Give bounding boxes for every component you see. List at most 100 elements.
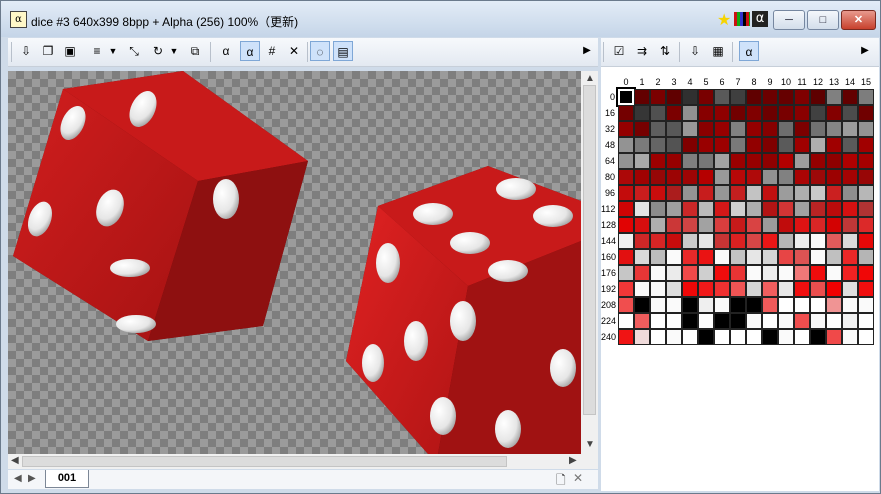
palette-swatch[interactable] bbox=[618, 329, 634, 345]
palette-swatch[interactable] bbox=[714, 153, 730, 169]
scroll-left-icon[interactable]: ◀ bbox=[11, 455, 19, 466]
palette-swatch[interactable] bbox=[666, 313, 682, 329]
palette-swatch[interactable] bbox=[618, 153, 634, 169]
palette-swatch[interactable] bbox=[634, 313, 650, 329]
palette-swatch[interactable] bbox=[826, 185, 842, 201]
palette-swatch[interactable] bbox=[762, 185, 778, 201]
palette-swatch[interactable] bbox=[826, 105, 842, 121]
palette-swatch[interactable] bbox=[794, 185, 810, 201]
palette-swatch[interactable] bbox=[826, 249, 842, 265]
palette-swatch[interactable] bbox=[634, 169, 650, 185]
palette-swatch[interactable] bbox=[826, 169, 842, 185]
palette-swatch[interactable] bbox=[730, 137, 746, 153]
palette-swatch[interactable] bbox=[730, 185, 746, 201]
palette-swatch[interactable] bbox=[826, 153, 842, 169]
palette-swatch[interactable] bbox=[842, 297, 858, 313]
palette-swatch[interactable] bbox=[730, 105, 746, 121]
palette-swatch[interactable] bbox=[746, 89, 762, 105]
palette-swatch[interactable] bbox=[682, 217, 698, 233]
palette-swatch[interactable] bbox=[682, 153, 698, 169]
palette-load-icon[interactable]: ⇩ bbox=[685, 41, 705, 61]
palette-swatch[interactable] bbox=[810, 201, 826, 217]
palette-swatch[interactable] bbox=[634, 137, 650, 153]
palette-swatch[interactable] bbox=[858, 105, 874, 121]
palette-swap-icon[interactable]: ⇅ bbox=[655, 41, 675, 61]
palette-swatch[interactable] bbox=[778, 233, 794, 249]
palette-grid[interactable] bbox=[616, 87, 874, 345]
palette-swatch[interactable] bbox=[762, 297, 778, 313]
palette-swatch[interactable] bbox=[810, 105, 826, 121]
palette-swatch[interactable] bbox=[858, 249, 874, 265]
palette-swatch[interactable] bbox=[650, 137, 666, 153]
palette-swatch[interactable] bbox=[650, 121, 666, 137]
scroll-down-icon[interactable]: ▼ bbox=[585, 439, 595, 450]
palette-swatch[interactable] bbox=[730, 153, 746, 169]
palette-swatch[interactable] bbox=[730, 233, 746, 249]
scroll-up-icon[interactable]: ▲ bbox=[585, 73, 595, 84]
palette-swatch[interactable] bbox=[762, 249, 778, 265]
palette-swatch[interactable] bbox=[842, 249, 858, 265]
palette-swatch[interactable] bbox=[650, 217, 666, 233]
palette-swatch[interactable] bbox=[794, 265, 810, 281]
palette-swatch[interactable] bbox=[794, 121, 810, 137]
palette-swatch[interactable] bbox=[714, 217, 730, 233]
palette-swatch[interactable] bbox=[666, 201, 682, 217]
palette-swatch[interactable] bbox=[650, 201, 666, 217]
palette-grid-icon[interactable] bbox=[734, 12, 750, 26]
palette-swatch[interactable] bbox=[714, 89, 730, 105]
palette-swatch[interactable] bbox=[682, 233, 698, 249]
palette-swatch[interactable] bbox=[666, 249, 682, 265]
palette-swatch[interactable] bbox=[842, 89, 858, 105]
palette-swatch[interactable] bbox=[730, 201, 746, 217]
palette-swatch[interactable] bbox=[698, 265, 714, 281]
palette-swatch[interactable] bbox=[858, 281, 874, 297]
palette-swatch[interactable] bbox=[810, 265, 826, 281]
palette-swatch[interactable] bbox=[746, 153, 762, 169]
palette-swatch[interactable] bbox=[746, 233, 762, 249]
palette-swatch[interactable] bbox=[778, 185, 794, 201]
palette-swatch[interactable] bbox=[650, 265, 666, 281]
transparent-icon[interactable]: ◌ bbox=[310, 41, 330, 61]
palette-swatch[interactable] bbox=[842, 233, 858, 249]
palette-swatch[interactable] bbox=[666, 153, 682, 169]
palette-swatch[interactable] bbox=[746, 297, 762, 313]
palette-swatch[interactable] bbox=[842, 185, 858, 201]
palette-swatch[interactable] bbox=[778, 281, 794, 297]
palette-swatch[interactable] bbox=[842, 169, 858, 185]
palette-swatch[interactable] bbox=[618, 121, 634, 137]
palette-swatch[interactable] bbox=[762, 201, 778, 217]
palette-swatch[interactable] bbox=[826, 265, 842, 281]
palette-swatch[interactable] bbox=[634, 329, 650, 345]
palette-swatch[interactable] bbox=[634, 265, 650, 281]
palette-swatch[interactable] bbox=[826, 233, 842, 249]
palette-swatch[interactable] bbox=[634, 217, 650, 233]
palette-swatch[interactable] bbox=[634, 233, 650, 249]
palette-swatch[interactable] bbox=[762, 233, 778, 249]
palette-swatch[interactable] bbox=[634, 249, 650, 265]
palette-swatch[interactable] bbox=[650, 313, 666, 329]
palette-swatch[interactable] bbox=[794, 89, 810, 105]
palette-swatch[interactable] bbox=[730, 169, 746, 185]
palette-swatch[interactable] bbox=[778, 297, 794, 313]
palette-swatch[interactable] bbox=[778, 201, 794, 217]
palette-swatch[interactable] bbox=[826, 297, 842, 313]
palette-swatch[interactable] bbox=[618, 169, 634, 185]
palette-swatch[interactable] bbox=[842, 329, 858, 345]
palette-swatch[interactable] bbox=[762, 137, 778, 153]
palette-swatch[interactable] bbox=[730, 329, 746, 345]
palette-swatch[interactable] bbox=[746, 105, 762, 121]
palette-swatch[interactable] bbox=[618, 281, 634, 297]
copy-layer-icon[interactable]: ❐ bbox=[38, 41, 58, 61]
palette-swatch[interactable] bbox=[810, 281, 826, 297]
palette-swatch[interactable] bbox=[666, 169, 682, 185]
palette-swatch[interactable] bbox=[778, 169, 794, 185]
palette-swatch[interactable] bbox=[666, 105, 682, 121]
palette-swatch[interactable] bbox=[810, 153, 826, 169]
palette-swatch[interactable] bbox=[682, 201, 698, 217]
palette-swatch[interactable] bbox=[826, 201, 842, 217]
palette-swatch[interactable] bbox=[698, 297, 714, 313]
palette-swatch[interactable] bbox=[762, 281, 778, 297]
palette-swatch[interactable] bbox=[746, 169, 762, 185]
palette-swatch[interactable] bbox=[794, 313, 810, 329]
palette-swatch[interactable] bbox=[698, 137, 714, 153]
